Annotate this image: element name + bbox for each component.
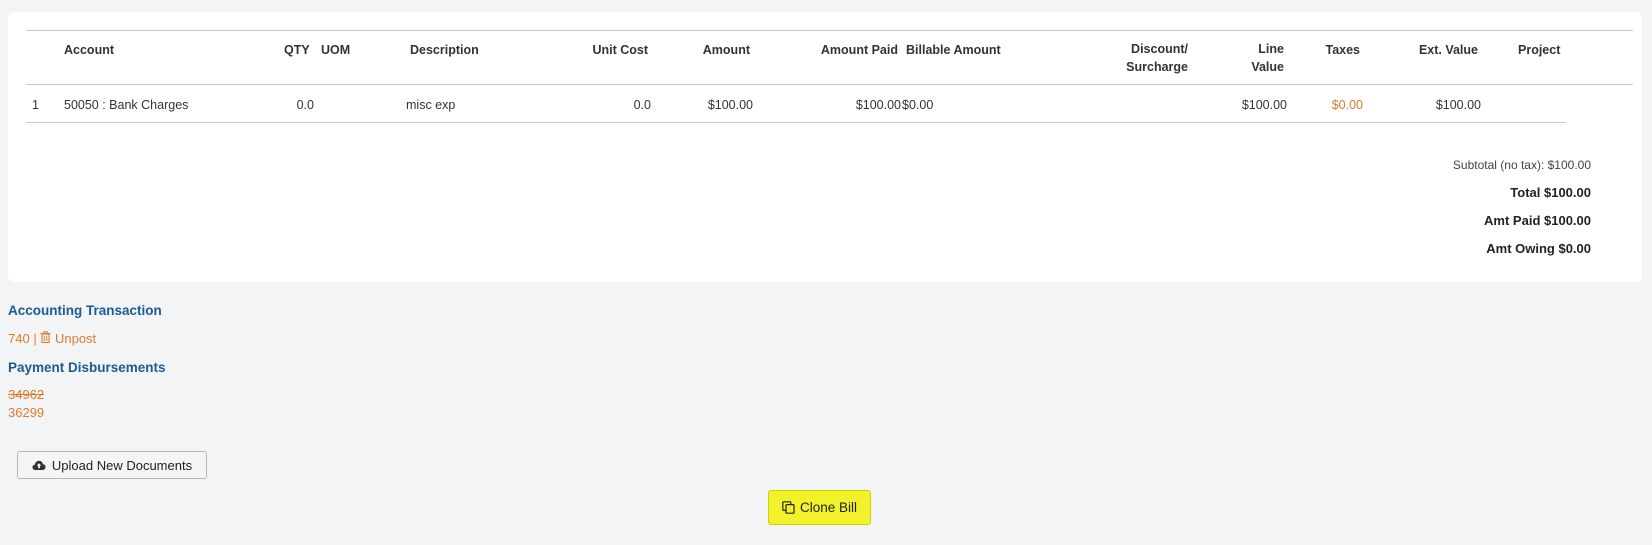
table-top-border (26, 30, 1633, 31)
header-project: Project (1518, 43, 1561, 57)
header-uom: UOM (321, 43, 351, 57)
payment-link-voided[interactable]: 34962 (8, 387, 44, 402)
row-ext-value: $100.00 (1435, 98, 1481, 112)
header-discount-surcharge: Discount/ Surcharge (1088, 40, 1188, 76)
header-unit-cost: Unit Cost (592, 43, 648, 57)
header-amount: Amount (702, 43, 750, 57)
header-line-value-line2: Value (1251, 60, 1284, 74)
row-taxes-link[interactable]: $0.00 (1263, 98, 1363, 112)
row-qty: 0.0 (296, 98, 314, 112)
upload-button-label: Upload New Documents (51, 457, 193, 473)
header-amount-paid: Amount Paid (820, 43, 898, 57)
row-description: misc exp (406, 98, 456, 112)
header-ext-value: Ext. Value (1418, 43, 1478, 57)
payment-link[interactable]: 36299 (8, 405, 44, 420)
header-billable-amount: Billable Amount (906, 43, 1001, 57)
table-row-border (26, 122, 1566, 123)
row-amount-paid: $100.00 (855, 98, 901, 112)
unpost-label: Unpost (54, 331, 97, 346)
bill-lines-card: Account QTY UOM Description Unit Cost Am… (8, 12, 1642, 282)
cloud-upload-icon (32, 460, 46, 471)
transaction-id-link[interactable]: 740 (8, 331, 30, 346)
row-billable-amount: $0.00 (902, 98, 934, 112)
copy-icon (782, 501, 795, 514)
row-unit-cost: 0.0 (633, 98, 651, 112)
header-account: Account (64, 43, 114, 57)
amt-paid: Amt Paid $100.00 (1484, 213, 1591, 228)
unpost-link[interactable]: Unpost (40, 331, 96, 346)
amt-owing: Amt Owing $0.00 (1486, 241, 1591, 256)
row-amount: $100.00 (707, 98, 753, 112)
total-amount: Total $100.00 (1510, 185, 1591, 200)
header-description: Description (410, 43, 479, 57)
header-discount-line1: Discount/ (1131, 42, 1188, 56)
header-taxes: Taxes (1325, 43, 1360, 57)
separator: | (33, 331, 37, 346)
accounting-transaction-line: 740 | Unpost (8, 331, 96, 346)
trash-icon (40, 331, 51, 343)
clone-button-label: Clone Bill (799, 500, 858, 515)
upload-new-documents-button[interactable]: Upload New Documents (17, 451, 207, 479)
clone-bill-button[interactable]: Clone Bill (768, 490, 871, 525)
header-qty: QTY (284, 43, 310, 57)
row-number: 1 (32, 98, 39, 112)
table-header-border (26, 84, 1633, 85)
accounting-transaction-title: Accounting Transaction (8, 303, 162, 318)
subtotal-no-tax: Subtotal (no tax): $100.00 (1452, 158, 1591, 172)
row-account: 50050 : Bank Charges (64, 98, 189, 112)
payment-disbursements-title: Payment Disbursements (8, 360, 166, 375)
header-discount-line2: Surcharge (1126, 60, 1188, 74)
